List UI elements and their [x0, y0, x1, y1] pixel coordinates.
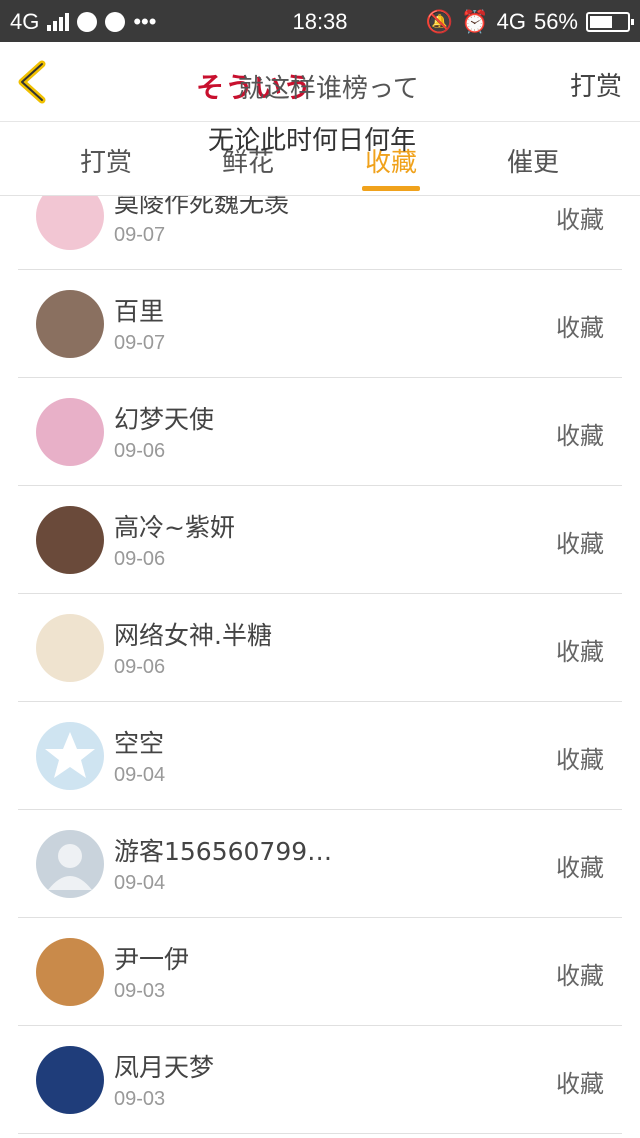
- list-item[interactable]: 凤月天梦 09-03 收藏: [0, 1026, 640, 1134]
- default-user-icon: [48, 844, 92, 890]
- star-icon: [45, 732, 95, 778]
- action-label: 收藏: [556, 638, 604, 666]
- list-item[interactable]: 高冷~紫妍 09-06 收藏: [0, 486, 640, 594]
- user-name: 高冷~紫妍: [114, 513, 235, 542]
- list-item[interactable]: 尹一伊 09-03 收藏: [0, 918, 640, 1026]
- user-name: 幻梦天使: [114, 405, 215, 434]
- tab-urge-update[interactable]: 催更: [473, 142, 593, 179]
- date: 09-06: [114, 440, 166, 462]
- action-label: 收藏: [556, 314, 604, 342]
- list-item[interactable]: 百里 09-07 收藏: [0, 270, 640, 378]
- action-label: 收藏: [556, 854, 604, 882]
- date: 09-06: [114, 548, 166, 570]
- action-label: 收藏: [556, 422, 604, 450]
- user-name: 游客156560799…: [114, 837, 333, 866]
- lyric-overlay: 无论此时何日何年: [208, 126, 417, 156]
- date: 09-07: [114, 224, 166, 246]
- list-item[interactable]: 空空 09-04 收藏: [0, 702, 640, 810]
- action-label: 收藏: [556, 206, 604, 234]
- action-label: 收藏: [556, 1070, 604, 1098]
- action-label: 收藏: [556, 962, 604, 990]
- action-label: 收藏: [556, 746, 604, 774]
- nav-bar: そういう 就这样谁榜って 打赏: [0, 42, 640, 122]
- list-item[interactable]: 幻梦天使 09-06 收藏: [0, 378, 640, 486]
- tab-reward[interactable]: 打赏: [46, 142, 166, 179]
- status-right: 🔕 ⏰ 4G 56%: [425, 9, 634, 35]
- status-bar: 4G ••• 18:38 🔕 ⏰ 4G 56%: [0, 0, 640, 42]
- avatar: [36, 722, 104, 790]
- user-name: 网络女神.半糖: [114, 621, 272, 650]
- avatar: [36, 830, 104, 898]
- mute-icon: 🔕: [425, 9, 454, 34]
- divider: [18, 1133, 622, 1134]
- favorites-list: 莫陵作死魏无羡 09-07 收藏 百里 09-07 收藏 幻梦天使 09-06 …: [0, 196, 640, 1138]
- date: 09-03: [114, 980, 166, 1002]
- date: 09-04: [114, 764, 166, 786]
- user-name: 空空: [114, 729, 165, 758]
- user-name: 尹一伊: [114, 945, 190, 974]
- back-arrow-icon[interactable]: [14, 58, 50, 106]
- nav-title-overlay: 就这样谁榜って: [238, 74, 419, 104]
- avatar: [36, 196, 104, 250]
- list-item[interactable]: 游客156560799… 09-04 收藏: [0, 810, 640, 918]
- avatar: [36, 290, 104, 358]
- user-name: 凤月天梦: [114, 1053, 215, 1082]
- battery-percent: 56%: [533, 9, 578, 34]
- avatar: [36, 938, 104, 1006]
- avatar: [36, 1046, 104, 1114]
- list-item[interactable]: 网络女神.半糖 09-06 收藏: [0, 594, 640, 702]
- avatar: [36, 398, 104, 466]
- date: 09-07: [114, 332, 166, 354]
- list-item[interactable]: 莫陵作死魏无羡 09-07 收藏: [0, 196, 640, 270]
- user-name: 百里: [114, 297, 165, 326]
- avatar: [36, 506, 104, 574]
- user-name: 莫陵作死魏无羡: [114, 196, 290, 218]
- date: 09-03: [114, 1088, 166, 1110]
- active-tab-indicator: [362, 186, 420, 191]
- reward-button[interactable]: 打赏: [570, 66, 622, 103]
- avatar: [36, 614, 104, 682]
- date: 09-04: [114, 872, 166, 894]
- battery-icon: [586, 12, 634, 32]
- alarm-icon: ⏰: [461, 9, 489, 34]
- date: 09-06: [114, 656, 166, 678]
- action-label: 收藏: [556, 530, 604, 558]
- network-type-right: 4G: [496, 9, 526, 34]
